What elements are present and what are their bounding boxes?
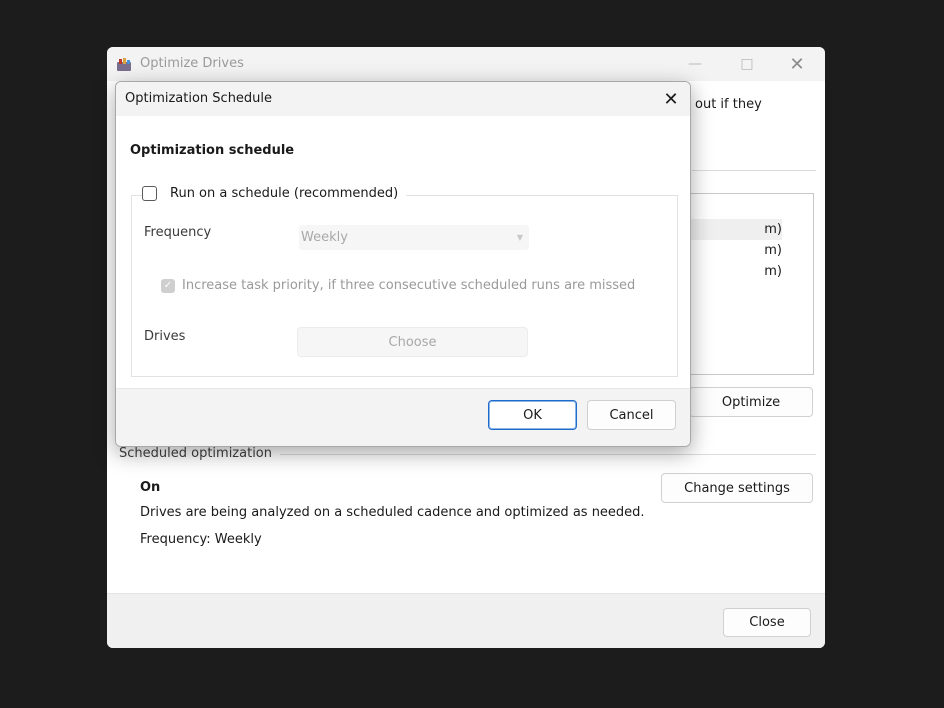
close-button[interactable]: Close <box>723 608 811 637</box>
minimize-icon[interactable]: — <box>673 51 717 77</box>
main-description: out if they <box>695 97 762 112</box>
defrag-app-icon <box>117 58 131 71</box>
cancel-button[interactable]: Cancel <box>587 400 676 430</box>
scheduled-frequency: Frequency: Weekly <box>140 532 262 547</box>
drive-row[interactable]: m) <box>690 240 782 261</box>
scheduled-group-label: Scheduled optimization <box>119 446 281 461</box>
choose-drives-button[interactable]: Choose <box>297 327 528 357</box>
main-close-icon[interactable]: ✕ <box>775 51 819 77</box>
change-settings-button[interactable]: Change settings <box>661 473 813 503</box>
frequency-value: Weekly <box>301 230 348 245</box>
dialog-titlebar: Optimization Schedule ✕ <box>116 82 690 116</box>
maximize-icon[interactable]: □ <box>725 51 769 77</box>
optimize-button[interactable]: Optimize <box>689 387 813 417</box>
dialog-footer: OK Cancel <box>116 388 690 446</box>
increase-priority-label: Increase task priority, if three consecu… <box>182 278 636 293</box>
dialog-title: Optimization Schedule <box>125 91 273 106</box>
main-titlebar: Optimize Drives — □ ✕ <box>107 47 825 81</box>
drives-label: Drives <box>144 329 186 344</box>
checkbox-box[interactable] <box>142 186 157 201</box>
scheduled-status: On <box>140 480 161 495</box>
dialog-heading: Optimization schedule <box>130 143 295 158</box>
drive-row[interactable]: m) <box>690 261 782 282</box>
scheduled-description: Drives are being analyzed on a scheduled… <box>140 505 645 520</box>
frequency-select[interactable]: Weekly ▼ <box>299 225 529 250</box>
main-window-title: Optimize Drives <box>140 56 244 71</box>
run-on-schedule-label[interactable]: Run on a schedule (recommended) <box>170 186 398 201</box>
frequency-label: Frequency <box>144 225 212 240</box>
drive-row[interactable]: m) <box>690 219 782 240</box>
drive-list[interactable]: m) m) m) <box>689 193 814 375</box>
increase-priority-checkbox[interactable]: ✓ Increase task priority, if three conse… <box>161 278 635 293</box>
run-on-schedule-checkbox[interactable]: Run on a schedule (recommended) <box>142 186 407 201</box>
main-footer: Close <box>107 593 825 648</box>
optimization-schedule-dialog: Optimization Schedule ✕ Optimization sch… <box>115 81 691 447</box>
chevron-down-icon: ▼ <box>516 233 523 242</box>
main-divider <box>692 170 816 171</box>
checkmark-icon[interactable]: ✓ <box>161 278 175 293</box>
ok-button[interactable]: OK <box>488 400 577 430</box>
close-icon[interactable]: ✕ <box>656 86 686 112</box>
